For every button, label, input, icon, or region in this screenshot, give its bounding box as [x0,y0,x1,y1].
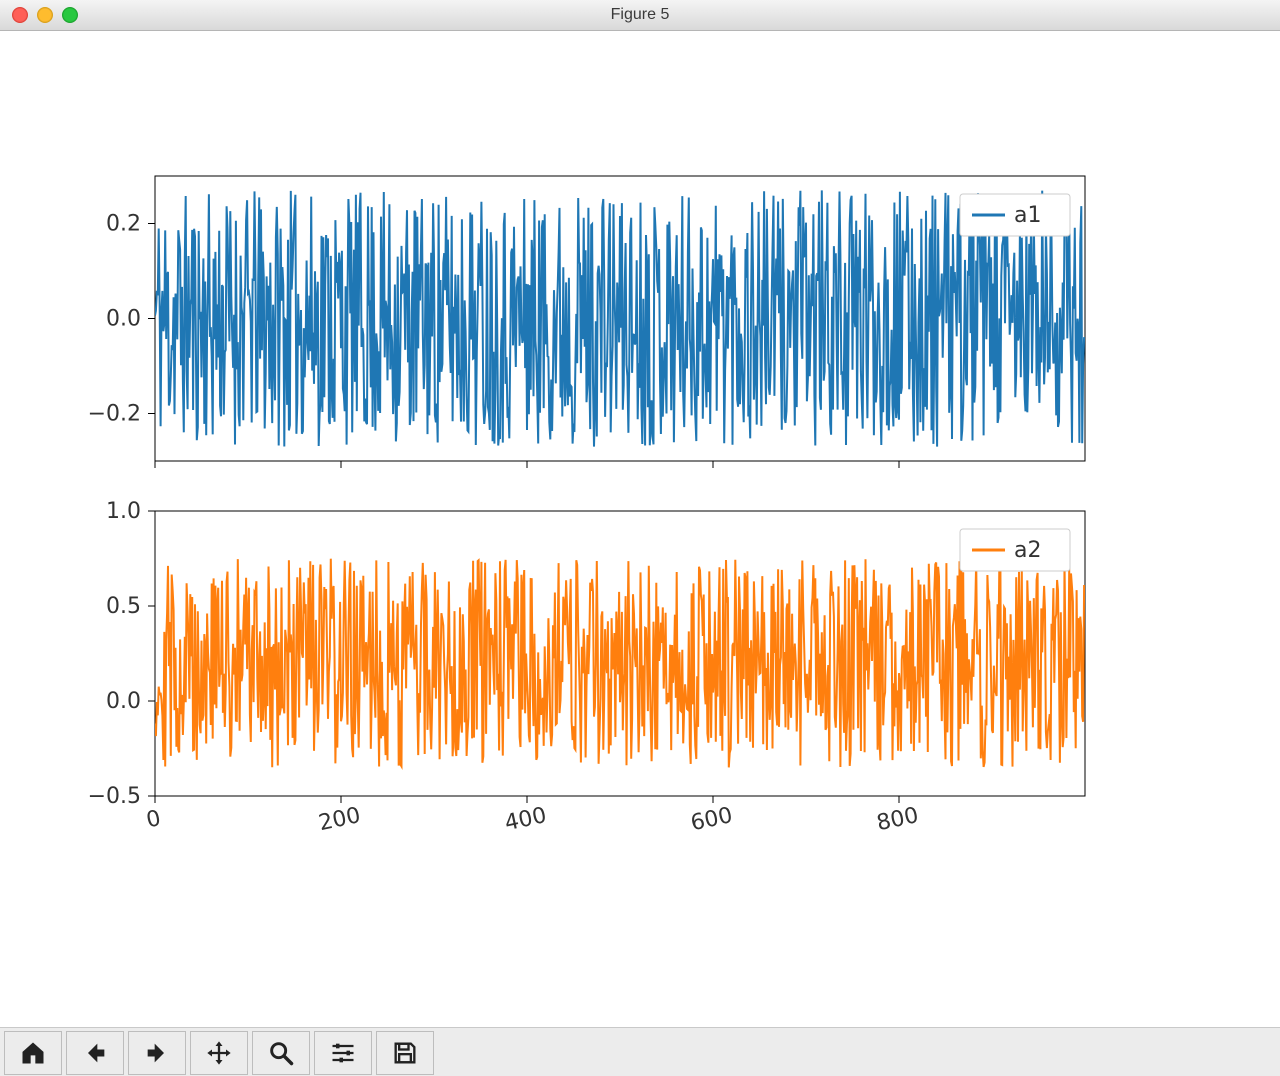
svg-text:−0.2: −0.2 [88,402,141,427]
pan-button[interactable] [190,1031,248,1075]
series-a1 [155,190,1084,446]
arrow-left-icon [81,1039,109,1067]
titlebar: Figure 5 [0,0,1280,31]
svg-text:0.0: 0.0 [106,307,141,332]
svg-text:0.2: 0.2 [106,212,141,237]
svg-text:400: 400 [503,803,549,836]
window-title: Figure 5 [0,6,1280,24]
move-icon [205,1039,233,1067]
svg-text:−0.5: −0.5 [88,784,141,809]
series-a2 [155,559,1084,768]
axes-0: −0.2 0.0 0.2 a1 [88,176,1085,468]
configure-subplots-button[interactable] [314,1031,372,1075]
svg-text:0.0: 0.0 [106,689,141,714]
axes-1: −0.5 0.0 0.5 1.0 0 200 400 600 800 a2 [88,499,1085,836]
sliders-icon [329,1039,357,1067]
search-icon [267,1039,295,1067]
figure-canvas[interactable]: −0.2 0.0 0.2 a1 −0.5 0.0 0.5 1.0 0 200 400 600 800 a2 [0,31,1280,1027]
back-button[interactable] [66,1031,124,1075]
svg-text:0: 0 [144,806,163,833]
legend: a1 [960,194,1070,236]
save-button[interactable] [376,1031,434,1075]
close-icon[interactable] [12,7,28,23]
svg-text:0.5: 0.5 [106,594,141,619]
zoom-button[interactable] [252,1031,310,1075]
home-button[interactable] [4,1031,62,1075]
legend-label: a2 [1014,538,1041,563]
arrow-right-icon [143,1039,171,1067]
figure-window: Figure 5 −0.2 0.0 0.2 a1 −0.5 0.0 0.5 1.0 0 200 40… [0,0,1280,1076]
matplotlib-toolbar [0,1027,1280,1076]
legend: a2 [960,529,1070,571]
forward-button[interactable] [128,1031,186,1075]
minimize-icon[interactable] [37,7,53,23]
window-controls [12,7,78,23]
svg-text:200: 200 [317,803,363,836]
zoom-window-icon[interactable] [62,7,78,23]
svg-text:800: 800 [875,803,921,836]
home-icon [19,1039,47,1067]
save-icon [391,1039,419,1067]
svg-text:1.0: 1.0 [106,499,141,524]
svg-text:600: 600 [689,803,735,836]
legend-label: a1 [1014,203,1041,228]
